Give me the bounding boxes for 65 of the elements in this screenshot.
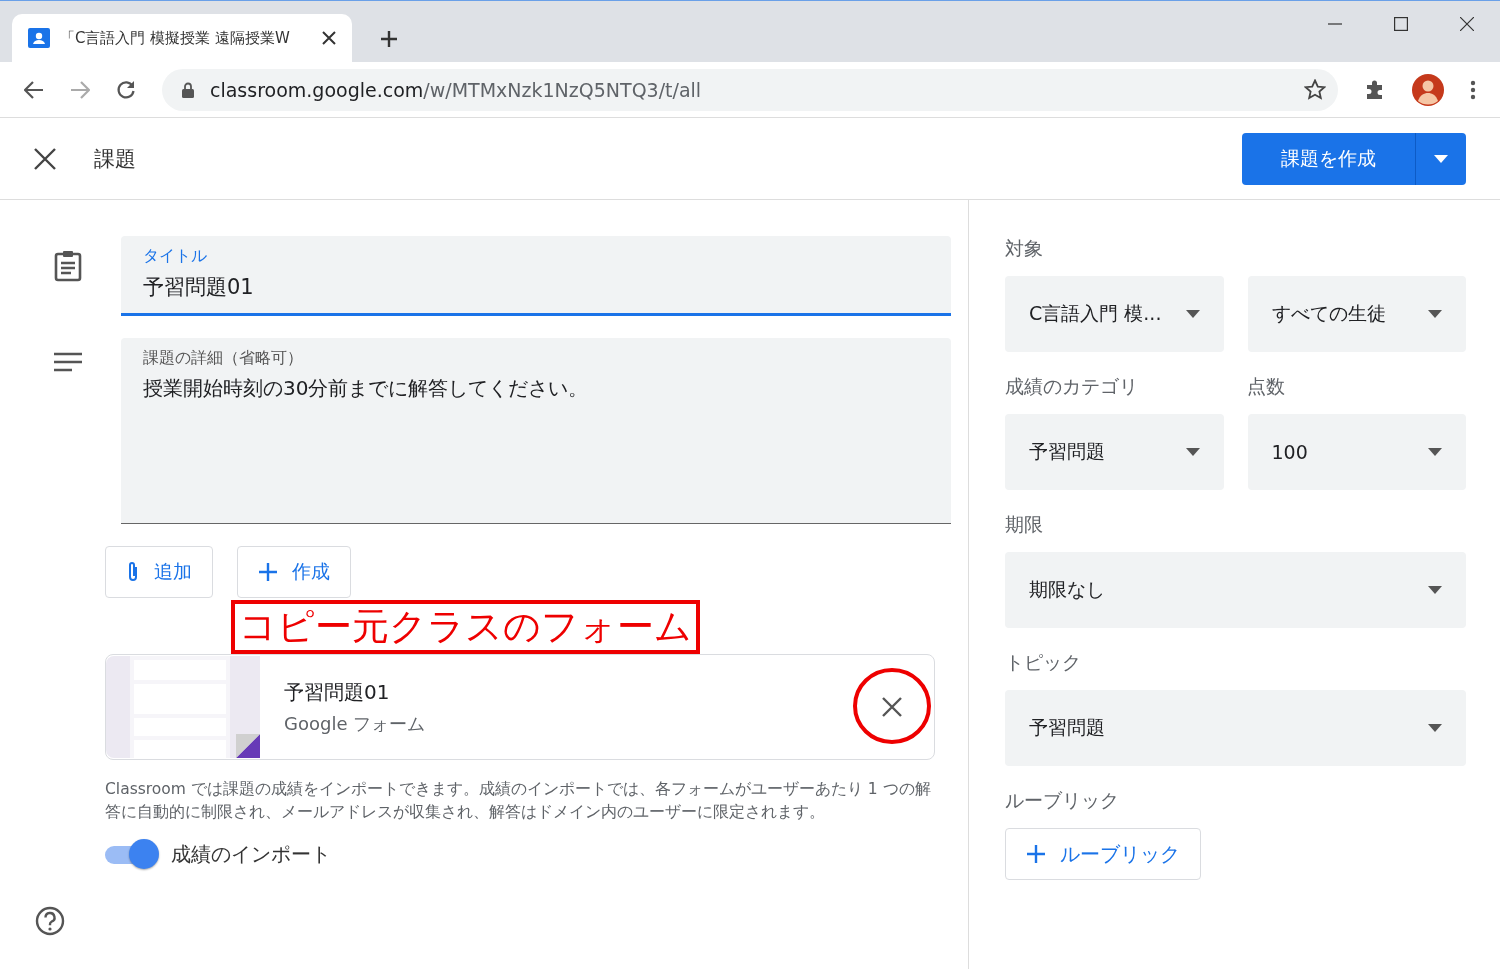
section-label: 成績のカテゴリ	[1005, 374, 1139, 399]
create-button[interactable]: 作成	[237, 546, 351, 598]
star-icon[interactable]	[1304, 79, 1326, 100]
new-tab-icon[interactable]	[380, 30, 398, 48]
section-label: 期限	[1005, 512, 1044, 537]
close-icon[interactable]	[1460, 17, 1474, 31]
dropdown-field[interactable]: 期限なし	[1005, 552, 1466, 628]
plus-icon	[1026, 844, 1046, 864]
dropdown-button[interactable]	[1416, 132, 1466, 185]
title-text: 予習問題01	[143, 274, 255, 301]
section-label: ルーブリック	[1005, 788, 1120, 813]
reload-icon[interactable]	[116, 79, 136, 100]
field-label: タイトル	[143, 246, 208, 267]
dropdown-field[interactable]: 予習問題	[1005, 690, 1466, 766]
paperclip-icon	[126, 561, 140, 583]
create-assignment-button[interactable]: 課題を作成	[1242, 132, 1416, 185]
dropdown-value: すべての生徒	[1271, 301, 1386, 326]
dropdown-value: 期限なし	[1029, 577, 1105, 602]
caret-icon	[1428, 448, 1442, 456]
help-icon[interactable]	[35, 906, 65, 936]
section-label: 点数	[1247, 374, 1286, 399]
caret-icon	[1428, 586, 1442, 594]
caret-icon	[1428, 310, 1442, 318]
dropdown-value: 予習問題	[1029, 715, 1105, 740]
toggle-label: 成績のインポート	[171, 840, 331, 868]
caret-icon	[1434, 154, 1448, 163]
title-field[interactable]: タイトル 予習問題01	[121, 236, 951, 316]
toggle-switch[interactable]	[105, 838, 159, 870]
maximize-icon[interactable]	[1394, 17, 1408, 31]
plus-icon	[258, 562, 278, 582]
url-text: classroom.google.com/w/MTMxNzk1NzQ5NTQ3/t/all	[210, 78, 703, 101]
caret-icon	[1428, 724, 1442, 732]
caret-icon	[1185, 448, 1200, 456]
details-text: 授業開始時刻の30分前までに解答してください。	[143, 375, 590, 402]
page-title: 課題	[94, 145, 137, 173]
import-note: Classroom では課題の成績をインポートできます。成績のインポートでは、各フォームがユーザーあたり 1 つの解答に自動的に制限され、メールアドレスが収集され、解答はドメイン内のユーザーに限定されます。	[105, 779, 932, 823]
details-field[interactable]: 課題の詳細（省略可） 授業開始時刻の30分前までに解答してください。	[121, 338, 951, 524]
lock-icon	[182, 81, 194, 98]
attachment-type: Google フォーム	[284, 711, 427, 736]
close-icon[interactable]	[34, 147, 56, 170]
classroom-icon	[28, 28, 50, 48]
dropdown-value: 予習問題	[1029, 439, 1105, 464]
dropdown-value: C言語入門 模...	[1029, 301, 1162, 326]
dropdown-field[interactable]: 予習問題	[1005, 414, 1224, 490]
annotation-label: コピー元クラスのフォーム	[231, 600, 700, 654]
browser-tab[interactable]: 「C言語入門 模擬授業 遠隔授業W	[12, 14, 352, 62]
attachment-title: 予習問題01	[284, 678, 391, 706]
rubric-button[interactable]: ルーブリック	[1005, 828, 1201, 880]
dropdown-field[interactable]: C言語入門 模...	[1005, 276, 1224, 352]
close-icon[interactable]	[322, 31, 336, 45]
dropdown-field[interactable]: すべての生徒	[1247, 276, 1466, 352]
section-label: 対象	[1005, 236, 1044, 261]
caret-icon	[1185, 310, 1200, 318]
field-label: 課題の詳細（省略可）	[143, 348, 304, 369]
close-icon	[882, 697, 902, 717]
more-icon[interactable]	[1470, 79, 1476, 100]
tab-title: 「C言語入門 模擬授業 遠隔授業W	[60, 28, 291, 48]
section-label: トピック	[1005, 650, 1082, 675]
attachment-card[interactable]: 予習問題01 Google フォーム	[105, 654, 935, 760]
back-icon[interactable]	[24, 80, 44, 99]
dropdown-value: 100	[1271, 441, 1308, 463]
address-field[interactable]: classroom.google.com/w/MTMxNzk1NzQ5NTQ3/t/all	[162, 68, 1338, 111]
dropdown-field[interactable]: 100	[1247, 414, 1466, 490]
avatar-icon[interactable]	[1412, 73, 1444, 106]
add-button[interactable]: 追加	[105, 546, 213, 598]
